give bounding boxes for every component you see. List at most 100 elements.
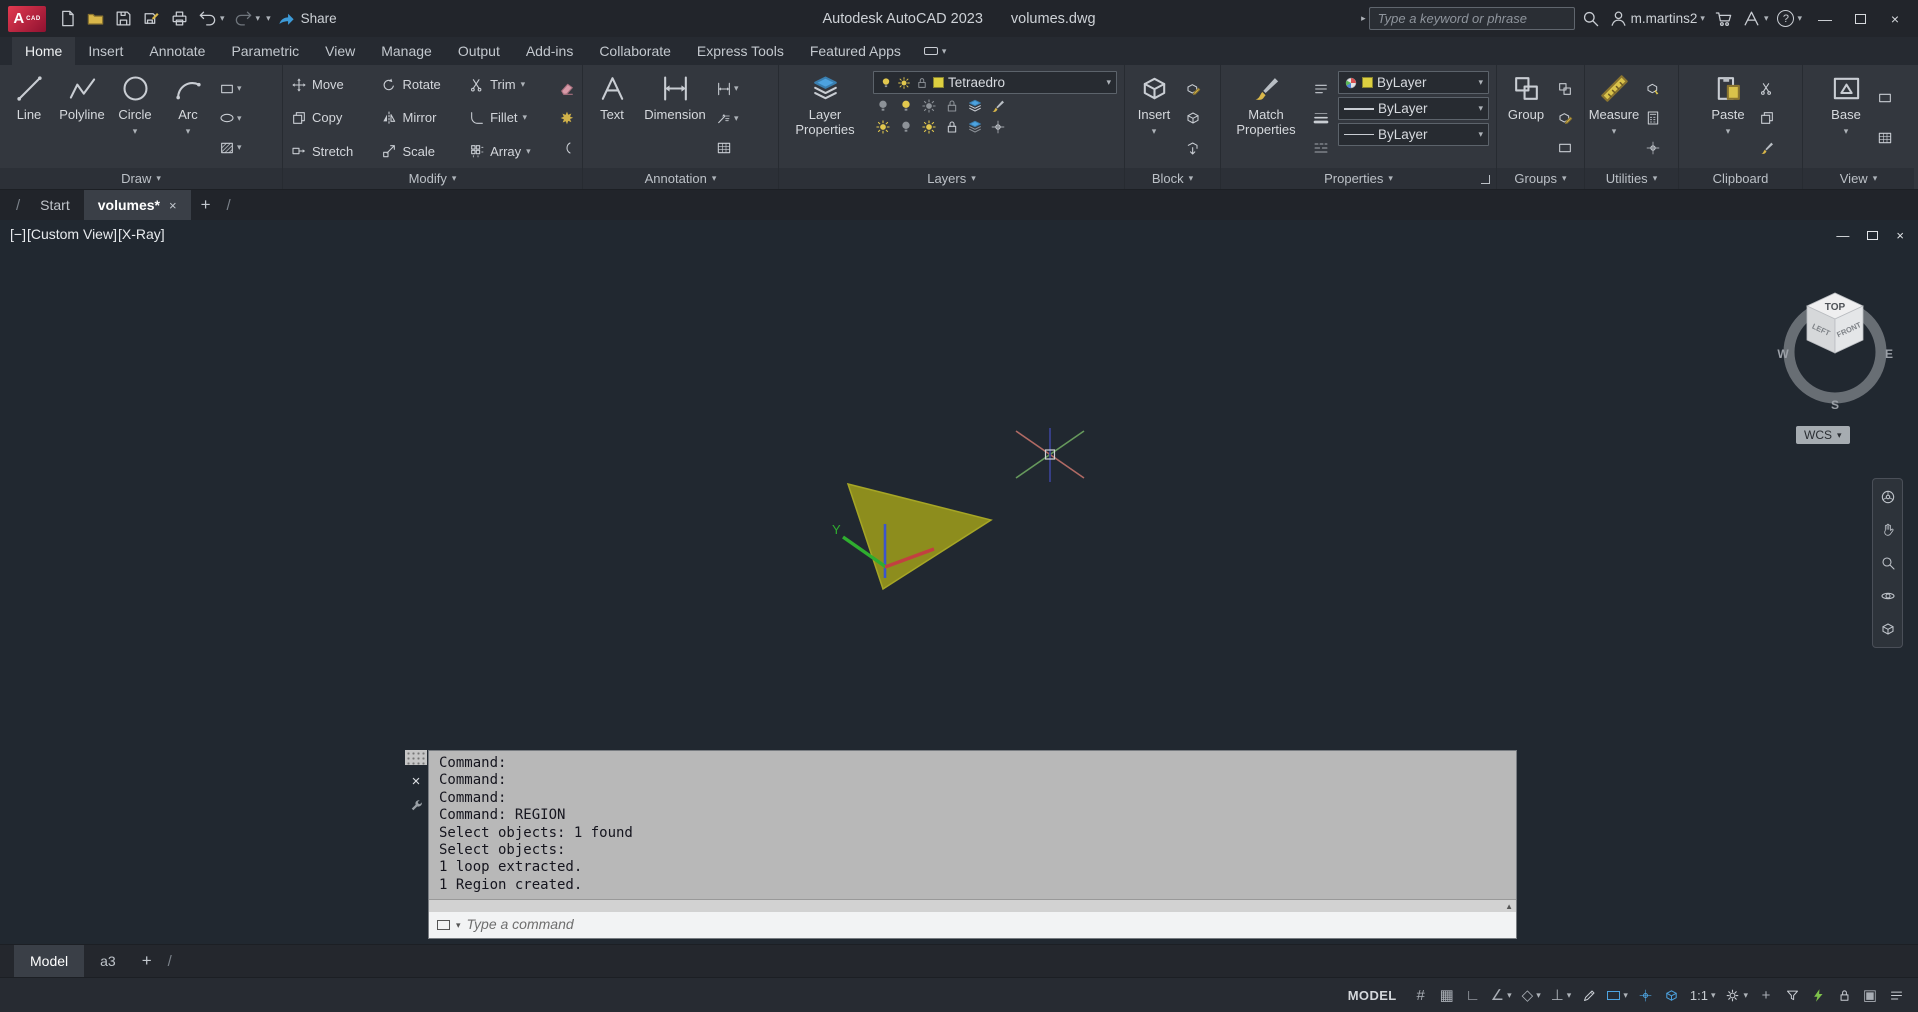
object-snap-icon[interactable]: ⊥ ▾ [1547,982,1576,1008]
view-list-button[interactable] [1875,129,1895,147]
chevron-down-icon[interactable]: ▾ [1623,990,1628,1000]
ellipse-button[interactable]: ▾ [217,109,244,127]
recent-commands-icon[interactable] [437,920,450,930]
tab-featured-apps[interactable]: Featured Apps [797,37,914,65]
full-navigation-wheel-button[interactable] [1877,486,1899,508]
pencil-icon[interactable] [1577,982,1601,1008]
chevron-down-icon[interactable]: ▾ [1844,126,1849,136]
measure-button[interactable]: Measure ▾ [1588,68,1640,168]
quick-calculator-button[interactable] [1643,109,1663,127]
circle-button[interactable]: Circle ▾ [109,68,161,168]
chevron-down-icon[interactable]: ▾ [1478,104,1483,113]
dimension-style-button[interactable]: ▾ [714,80,741,98]
viewport-view-control[interactable]: [Custom View] [27,226,117,242]
chevron-down-icon[interactable]: ▾ [523,113,528,122]
polyline-button[interactable]: Polyline [56,68,108,168]
id-point-button[interactable] [1643,139,1663,157]
new-layout-button[interactable]: + [132,945,162,977]
chevron-down-icon[interactable]: ▾ [1837,430,1842,440]
viewport-config-button[interactable] [1875,89,1895,107]
tab-output[interactable]: Output [445,37,513,65]
show-motion-button[interactable] [1877,618,1899,640]
layer-properties-button[interactable]: Layer Properties [782,68,868,168]
chevron-down-icon[interactable]: ▾ [237,113,242,123]
command-input[interactable] [466,917,1508,933]
block-editor-button[interactable] [1183,80,1203,98]
chevron-down-icon[interactable]: ▾ [712,174,717,183]
command-close-icon[interactable]: × [412,774,421,789]
tab-model[interactable]: Model [14,945,85,977]
chevron-down-icon[interactable]: ▾ [133,126,138,136]
match-layer-button[interactable] [988,97,1008,115]
chevron-down-icon[interactable]: ▾ [1478,78,1483,87]
viewcube-east-label[interactable]: E [1885,347,1893,361]
fillet-button[interactable]: Fillet ▾ [464,101,554,134]
viewcube-south-label[interactable]: S [1831,398,1839,412]
app-store-button[interactable] [1711,6,1736,32]
chevron-down-icon[interactable]: ▾ [237,84,242,93]
viewport-minimize-icon[interactable]: — [1836,228,1849,243]
panel-label-draw[interactable]: Draw ▾ [0,168,282,189]
arc-button[interactable]: Arc ▾ [162,68,214,168]
maximize-button[interactable] [1845,6,1875,32]
line-button[interactable]: Line [3,68,55,168]
base-view-button[interactable]: Base ▾ [1820,68,1872,168]
object-color-dropdown[interactable]: ByLayer ▾ [1338,71,1489,94]
layer-unlock-button[interactable] [942,118,962,136]
table-button[interactable] [714,139,734,157]
chevron-down-icon[interactable]: ▾ [734,113,739,123]
cut-button[interactable] [1757,80,1777,98]
ribbon-display-toggle[interactable]: ▾ [914,37,957,65]
chevron-down-icon[interactable]: ▾ [526,146,531,156]
object-color-list-button[interactable] [1311,80,1331,98]
ungroup-button[interactable] [1555,80,1575,98]
selection-window-icon[interactable]: ▾ [1603,982,1632,1008]
undo-button[interactable]: ▾ [195,6,228,32]
help-button[interactable]: ? ▾ [1774,6,1805,32]
chevron-down-icon[interactable]: ▾ [1700,14,1705,23]
chevron-down-icon[interactable]: ▾ [1726,126,1731,136]
explode-button[interactable] [557,109,577,127]
right-angle-icon[interactable]: ∟ [1461,982,1485,1008]
stretch-button[interactable]: Stretch [286,135,376,168]
view-cube[interactable]: W S E TOP LEFT FRONT [1757,272,1907,422]
close-button[interactable]: × [1880,6,1910,32]
trim-button[interactable]: Trim ▾ [464,68,554,101]
account-button[interactable]: m.martins2 ▾ [1606,6,1708,32]
osnap-3d-icon[interactable] [1634,982,1658,1008]
chevron-down-icon[interactable]: ▾ [156,174,161,183]
quick-select-button[interactable] [1643,80,1663,98]
zoom-button[interactable] [1877,552,1899,574]
chevron-down-icon[interactable]: ▾ [1536,990,1541,1000]
tab-express-tools[interactable]: Express Tools [684,37,797,65]
viewport-visualstyle-control[interactable]: [X-Ray] [118,226,165,242]
viewport-close-icon[interactable]: × [1896,228,1904,243]
chevron-down-icon[interactable]: ▾ [1873,174,1878,183]
viewcube-west-label[interactable]: W [1777,347,1789,361]
panel-label-layers[interactable]: Layers ▾ [779,168,1124,189]
scroll-up-icon[interactable]: ▲ [1505,902,1513,911]
chevron-down-icon[interactable]: ▾ [1797,14,1802,23]
group-selection-toggle[interactable] [1555,139,1575,157]
chevron-down-icon[interactable]: ▾ [1567,990,1572,1000]
rotate-button[interactable]: Rotate [376,68,464,101]
panel-label-utilities[interactable]: Utilities ▾ [1585,168,1678,189]
copy-button[interactable]: Copy [286,101,376,134]
chevron-down-icon[interactable]: ▾ [1612,126,1617,136]
filter-funnel-icon[interactable] [1780,982,1804,1008]
annotation-scale-button[interactable]: 1:1 ▾ [1686,982,1720,1008]
tab-annotate[interactable]: Annotate [136,37,218,65]
copy-clip-button[interactable] [1757,109,1777,127]
layer-select-dropdown[interactable]: Tetraedro ▾ [873,71,1117,94]
panel-label-groups[interactable]: Groups ▾ [1497,168,1584,189]
dynamic-ucs-icon[interactable] [1660,982,1684,1008]
chevron-down-icon[interactable]: ▾ [1189,174,1194,183]
linetype-dropdown[interactable]: ByLayer ▾ [1338,123,1489,146]
tab-add-ins[interactable]: Add-ins [513,37,586,65]
chevron-down-icon[interactable]: ▾ [1653,174,1658,183]
chevron-down-icon[interactable]: ▾ [1106,78,1111,87]
share-button[interactable]: Share [274,6,340,32]
tab-volumes[interactable]: volumes* × [83,190,191,220]
dimension-button[interactable]: Dimension [639,68,711,168]
layer-previous-button[interactable] [965,118,985,136]
